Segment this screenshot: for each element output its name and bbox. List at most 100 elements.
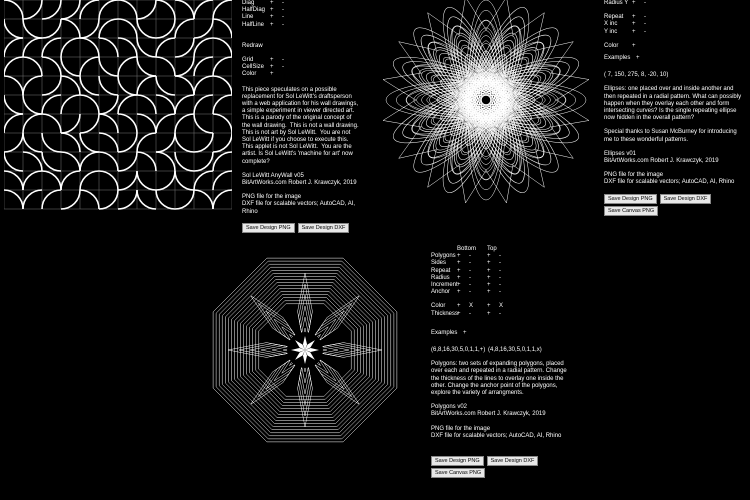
top-minus-button[interactable]: - (499, 289, 511, 296)
control-row: Thickness + - + - (431, 311, 571, 318)
control-row: Repeat + - + - (431, 268, 571, 275)
examples-plus-button[interactable]: + (636, 55, 648, 62)
plus-button[interactable]: + (270, 64, 282, 71)
arc-stroke (98, 18, 119, 39)
params-top: (4,8,16,30,5,0,1,1,x) (488, 347, 542, 354)
control-row: X inc + - (604, 21, 746, 28)
save-design-dxf-button[interactable]: Save Design DXF (659, 193, 712, 204)
arc-stroke (136, 170, 157, 191)
arc-stroke (4, 0, 24, 20)
color-plus-button[interactable]: + (632, 43, 644, 50)
plus-button[interactable]: + (632, 0, 644, 7)
save-design-dxf-button[interactable]: Save Design DXF (486, 456, 539, 467)
arc-stroke (193, 113, 214, 134)
control-label: Thickness (431, 310, 459, 317)
top-minus-button[interactable]: X (499, 303, 511, 310)
plus-button[interactable]: + (270, 14, 282, 21)
plus-button[interactable]: + (270, 0, 282, 7)
arc-stroke (98, 56, 119, 77)
arc-stroke (41, 56, 62, 77)
plus-button[interactable]: + (632, 29, 644, 36)
minus-button[interactable]: - (282, 14, 294, 21)
top-minus-button[interactable]: - (499, 311, 511, 318)
arc-stroke (155, 75, 176, 96)
minus-button[interactable]: - (644, 14, 656, 21)
arc-stroke (60, 151, 81, 172)
minus-button[interactable]: - (644, 0, 656, 7)
top-plus-button[interactable]: + (487, 311, 499, 318)
minus-button[interactable]: - (644, 29, 656, 36)
arc-stroke (22, 37, 43, 58)
plus-button[interactable]: + (632, 21, 644, 28)
bottom-minus-button[interactable]: - (469, 311, 487, 318)
plus-button[interactable]: + (270, 7, 282, 14)
bottom-minus-button[interactable]: - (469, 289, 487, 296)
arc-stroke (60, 170, 81, 191)
bottom-minus-button[interactable]: - (469, 253, 487, 260)
bottom-plus-button[interactable]: + (457, 275, 469, 282)
top-plus-button[interactable]: + (487, 289, 499, 296)
examples-plus-button[interactable]: + (463, 330, 475, 337)
top-minus-button[interactable]: - (499, 282, 511, 289)
bottom-plus-button[interactable]: + (457, 311, 469, 318)
top-minus-button[interactable]: - (499, 260, 511, 267)
save-design-png-button[interactable]: Save Design PNG (242, 222, 295, 233)
minus-button[interactable]: - (644, 21, 656, 28)
arc-stroke (79, 75, 100, 96)
arc-stroke (212, 151, 232, 172)
top-plus-button[interactable]: + (487, 268, 499, 275)
minus-button[interactable]: - (282, 7, 294, 14)
arc-stroke (136, 75, 157, 96)
top-plus-button[interactable]: + (487, 253, 499, 260)
arc-stroke (174, 170, 195, 191)
plus-button[interactable]: + (270, 22, 282, 29)
arc-stroke (22, 151, 43, 172)
top-plus-button[interactable]: + (487, 260, 499, 267)
control-row: Anchor + - + - (431, 289, 571, 296)
control-label: Polygons (431, 253, 456, 260)
bottom-plus-button[interactable]: + (457, 282, 469, 289)
top-minus-button[interactable]: - (499, 253, 511, 260)
plus-button[interactable]: + (270, 57, 282, 64)
bottom-plus-button[interactable]: + (457, 268, 469, 275)
bottom-minus-button[interactable]: - (469, 268, 487, 275)
bottom-minus-button[interactable]: X (469, 303, 487, 310)
arc-stroke (155, 37, 176, 58)
save-design-png-button[interactable]: Save Design PNG (604, 193, 657, 204)
top-minus-button[interactable]: - (499, 268, 511, 275)
arc-stroke (174, 56, 195, 77)
arc-stroke (117, 170, 138, 191)
bottom-plus-button[interactable]: + (457, 260, 469, 267)
minus-button[interactable]: - (282, 0, 294, 7)
save-design-dxf-button[interactable]: Save Design DXF (297, 222, 350, 233)
arc-stroke (98, 75, 119, 96)
bottom-minus-button[interactable]: - (469, 275, 487, 282)
bottom-plus-button[interactable]: + (457, 303, 469, 310)
top-plus-button[interactable]: + (487, 303, 499, 310)
params-readout: (6,8,16,30,5,0,1,1,+) (4,8,16,30,5,0,1,1… (431, 347, 571, 354)
arc-stroke (79, 94, 100, 115)
bottom-plus-button[interactable]: + (457, 253, 469, 260)
bottom-plus-button[interactable]: + (457, 289, 469, 296)
arc-stroke (174, 0, 195, 20)
save-canvas-png-button[interactable]: Save Canvas PNG (431, 468, 486, 479)
save-canvas-png-button[interactable]: Save Canvas PNG (604, 205, 659, 216)
arc-stroke (79, 0, 100, 20)
minus-button[interactable]: - (282, 22, 294, 29)
minus-button[interactable]: - (282, 64, 294, 71)
save-design-png-button[interactable]: Save Design PNG (431, 456, 484, 467)
control-row: Line + - (242, 14, 360, 21)
top-minus-button[interactable]: - (499, 275, 511, 282)
redraw-button[interactable]: Redraw (242, 43, 360, 50)
minus-button[interactable]: - (282, 57, 294, 64)
arc-stroke (136, 37, 157, 58)
top-plus-button[interactable]: + (487, 282, 499, 289)
control-label: Color (604, 42, 619, 49)
plus-button[interactable]: + (632, 14, 644, 21)
bottom-minus-button[interactable]: - (469, 282, 487, 289)
bottom-minus-button[interactable]: - (469, 260, 487, 267)
plus-button[interactable]: + (270, 71, 282, 78)
arc-stroke (117, 189, 138, 210)
top-plus-button[interactable]: + (487, 275, 499, 282)
credit-author: BitArtWorks.com Robert J. Krawczyk, 2019 (431, 411, 546, 418)
